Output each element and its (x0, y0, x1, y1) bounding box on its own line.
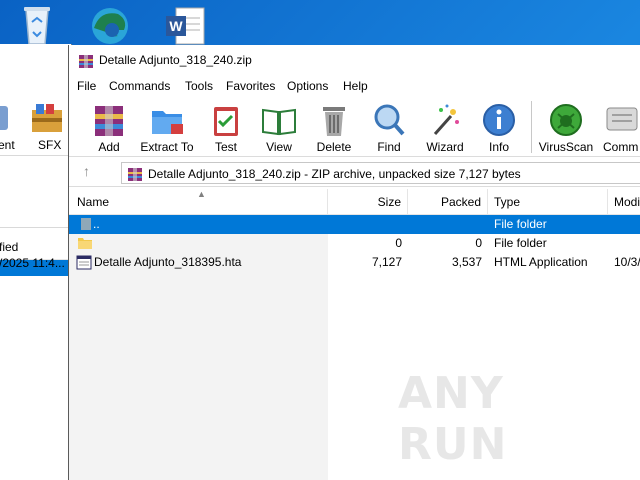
background-address-bar (0, 204, 72, 228)
recycle-bin-icon[interactable] (12, 4, 62, 46)
sfx-icon[interactable] (30, 102, 66, 134)
background-window: ent SFX fied /2025 11:4... (0, 44, 72, 480)
test-button[interactable]: Test (204, 99, 248, 155)
extract-folder-icon (152, 111, 183, 134)
add-archive-icon (95, 106, 123, 136)
menu-tools[interactable]: Tools (185, 79, 213, 93)
find-button[interactable]: Find (367, 99, 411, 155)
up-arrow-icon[interactable]: ↑ (83, 163, 101, 181)
extract-to-label: Extract To (140, 140, 194, 154)
background-toolbar-label: ent (0, 138, 15, 152)
file-name: .. (93, 217, 100, 231)
column-size[interactable]: Size (328, 189, 408, 215)
column-modified[interactable]: Modi (608, 189, 640, 215)
add-label: Add (98, 140, 120, 154)
file-list: .. File folder 0 0 File folder Detalle A… (69, 215, 640, 480)
comment-button[interactable]: Comm (601, 99, 640, 155)
archive-path-field[interactable]: Detalle Adjunto_318_240.zip - ZIP archiv… (121, 162, 640, 184)
delete-bin-icon (323, 107, 345, 136)
menu-commands[interactable]: Commands (109, 79, 170, 93)
view-button[interactable]: View (257, 99, 301, 155)
view-book-icon (262, 108, 296, 136)
zip-archive-icon (128, 168, 142, 181)
delete-label: Delete (316, 140, 352, 154)
window-title: Detalle Adjunto_318_240.zip (99, 53, 252, 67)
view-label: View (266, 140, 292, 154)
column-name[interactable]: Name (69, 189, 328, 215)
file-size: 7,127 (371, 255, 402, 269)
edge-browser-icon[interactable] (84, 4, 134, 46)
info-button[interactable]: Info (477, 99, 521, 155)
comment-label: Comm (603, 140, 639, 154)
file-list-header: ▲ Name Size Packed Type Modi (69, 189, 640, 215)
file-type: File folder (494, 217, 547, 231)
menu-favorites[interactable]: Favorites (226, 79, 275, 93)
file-type: HTML Application (494, 255, 588, 269)
background-toolbar: ent SFX (0, 96, 72, 156)
hta-file-icon (76, 255, 92, 270)
file-packed: 3,537 (451, 255, 482, 269)
wizard-label: Wizard (426, 140, 464, 154)
add-button[interactable]: Add (87, 99, 131, 155)
word-document-icon[interactable]: W (160, 4, 210, 46)
comment-icon (606, 107, 638, 131)
virusscan-icon (550, 104, 582, 136)
toolbar-separator (531, 101, 532, 153)
address-bar: ↑ Detalle Adjunto_318_240.zip - ZIP arch… (69, 159, 640, 187)
title-bar[interactable]: Detalle Adjunto_318_240.zip (69, 45, 640, 75)
info-label: Info (488, 140, 509, 154)
file-modified: 10/3/ (614, 255, 640, 269)
archive-path-text: Detalle Adjunto_318_240.zip - ZIP archiv… (148, 167, 521, 181)
menu-help[interactable]: Help (343, 79, 368, 93)
virusscan-label: VirusScan (538, 140, 594, 154)
sfx-label[interactable]: SFX (38, 138, 61, 152)
wizard-wand-icon (433, 104, 459, 135)
column-type[interactable]: Type (488, 189, 608, 215)
file-size: 0 (395, 236, 402, 250)
parent-folder-icon (81, 218, 91, 230)
folder-icon (78, 238, 92, 249)
modified-column-header[interactable]: fied (0, 240, 18, 254)
background-tool-icon (0, 106, 8, 130)
find-magnifier-icon (374, 104, 405, 136)
winrar-app-icon (79, 55, 93, 68)
background-date: /2025 11:4... (0, 256, 65, 270)
table-row[interactable]: 0 0 File folder (69, 234, 640, 253)
wizard-button[interactable]: Wizard (421, 99, 469, 155)
find-label: Find (377, 140, 401, 154)
file-name: Detalle Adjunto_318395.hta (94, 255, 242, 269)
file-packed: 0 (475, 236, 482, 250)
menu-bar: File Commands Tools Favorites Options He… (69, 75, 640, 97)
delete-button[interactable]: Delete (312, 99, 356, 155)
test-clipboard-icon (214, 107, 238, 136)
table-row[interactable]: Detalle Adjunto_318395.hta 7,127 3,537 H… (69, 253, 640, 272)
menu-options[interactable]: Options (287, 79, 328, 93)
column-packed[interactable]: Packed (408, 189, 488, 215)
extract-to-button[interactable]: Extract To (139, 99, 195, 155)
toolbar: Add Extract To Test View Delete Find Wiz… (69, 97, 640, 157)
info-icon (483, 104, 515, 136)
winrar-window: Detalle Adjunto_318_240.zip File Command… (68, 45, 640, 480)
virusscan-button[interactable]: VirusScan (537, 99, 595, 155)
svg-text:W: W (169, 18, 183, 34)
test-label: Test (214, 140, 237, 154)
file-type: File folder (494, 236, 547, 250)
table-row[interactable]: .. File folder (69, 215, 640, 234)
menu-file[interactable]: File (77, 79, 96, 93)
